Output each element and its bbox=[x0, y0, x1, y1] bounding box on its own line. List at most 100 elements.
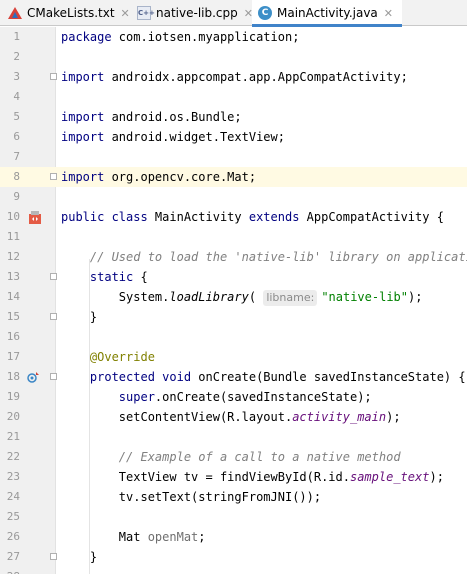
keyword: import bbox=[61, 110, 105, 124]
code-line: 27 } bbox=[0, 547, 467, 567]
keyword: static bbox=[89, 270, 134, 284]
code-line: 12 // Used to load the 'native-lib' libr… bbox=[0, 247, 467, 267]
code-line: 5 import android.os.Bundle; bbox=[0, 107, 467, 127]
code-text: System.loadLibrary( libname: "native-lib"… bbox=[61, 287, 422, 307]
code-line: 22 // Example of a call to a native meth… bbox=[0, 447, 467, 467]
java-class-icon: C bbox=[258, 6, 272, 20]
line-number: 26 bbox=[6, 530, 20, 543]
line-number: 8 bbox=[13, 170, 20, 183]
code-text: import android.widget.TextView; bbox=[61, 127, 285, 147]
line-number: 27 bbox=[6, 550, 20, 563]
line-number: 4 bbox=[13, 90, 20, 103]
code-token: onCreate(Bundle savedInstanceState) { bbox=[191, 370, 466, 384]
line-number: 22 bbox=[6, 450, 20, 463]
code-token: ( bbox=[248, 290, 264, 304]
line-number: 13 bbox=[6, 270, 20, 283]
fold-marker-icon[interactable] bbox=[50, 553, 57, 560]
code-line: 16 bbox=[0, 327, 467, 347]
code-line: 21 bbox=[0, 427, 467, 447]
code-editor[interactable]: 1 package com.iotsen.myapplication; 2 3 … bbox=[0, 27, 467, 574]
fold-marker-icon[interactable] bbox=[50, 273, 57, 280]
code-text: protected void onCreate(Bundle savedInst… bbox=[61, 367, 466, 387]
field-reference: sample_text bbox=[349, 470, 430, 484]
run-class-icon[interactable] bbox=[29, 211, 41, 224]
editor-tab-bar: CMakeLists.txt ✕ C++ native-lib.cpp ✕ C … bbox=[0, 0, 467, 27]
code-token: { bbox=[133, 270, 148, 284]
code-token: ); bbox=[429, 470, 444, 484]
keyword: public class bbox=[61, 210, 148, 224]
line-number: 23 bbox=[6, 470, 20, 483]
field-reference: activity_main bbox=[292, 410, 387, 424]
line-number: 18 bbox=[6, 370, 20, 383]
keyword: extends bbox=[248, 210, 300, 224]
code-token: setContentView(R.layout. bbox=[61, 410, 293, 424]
code-token: .onCreate(savedInstanceState); bbox=[154, 390, 372, 404]
code-line-current: 8 import org.opencv.core.Mat; bbox=[0, 167, 467, 187]
line-number: 10 bbox=[6, 210, 20, 223]
keyword: package bbox=[61, 30, 112, 44]
code-token: Mat bbox=[61, 530, 148, 544]
code-text: package com.iotsen.myapplication; bbox=[61, 27, 299, 47]
line-number: 5 bbox=[13, 110, 20, 123]
tab-native-lib[interactable]: C++ native-lib.cpp ✕ bbox=[137, 0, 253, 26]
close-icon[interactable]: ✕ bbox=[384, 7, 393, 20]
close-icon[interactable]: ✕ bbox=[121, 7, 130, 20]
line-number: 6 bbox=[13, 130, 20, 143]
code-token: ); bbox=[408, 290, 423, 304]
code-comment: // Used to load the 'native-lib' library… bbox=[61, 250, 467, 264]
code-token: com.iotsen.myapplication; bbox=[111, 30, 300, 44]
line-number: 25 bbox=[6, 510, 20, 523]
code-line: 17 @Override bbox=[0, 347, 467, 367]
code-line: 25 bbox=[0, 507, 467, 527]
cmake-icon bbox=[8, 7, 22, 19]
method-name: loadLibrary bbox=[169, 290, 249, 304]
fold-marker-icon[interactable] bbox=[50, 173, 57, 180]
line-number: 15 bbox=[6, 310, 20, 323]
line-number: 2 bbox=[13, 50, 20, 63]
code-token: org.opencv.core.Mat; bbox=[104, 170, 257, 184]
line-number: 3 bbox=[13, 70, 20, 83]
code-token: TextView tv = findViewById(R.id. bbox=[61, 470, 350, 484]
code-line: 7 bbox=[0, 147, 467, 167]
code-line: 20 setContentView(R.layout.activity_main… bbox=[0, 407, 467, 427]
code-text: Mat openMat; bbox=[61, 527, 206, 547]
line-number: 24 bbox=[6, 490, 20, 503]
code-text: import android.os.Bundle; bbox=[61, 107, 242, 127]
code-token: android.os.Bundle; bbox=[104, 110, 242, 124]
tab-label: native-lib.cpp bbox=[156, 6, 238, 20]
code-line: 15 } bbox=[0, 307, 467, 327]
code-text: @Override bbox=[61, 347, 155, 367]
code-text: static { bbox=[61, 267, 148, 287]
code-line: 3 import androidx.appcompat.app.AppCompa… bbox=[0, 67, 467, 87]
code-line: 13 static { bbox=[0, 267, 467, 287]
tab-mainactivity[interactable]: C MainActivity.java ✕ bbox=[252, 0, 402, 27]
line-number: 11 bbox=[6, 230, 20, 243]
cpp-file-icon: C++ bbox=[137, 6, 155, 20]
code-line: 9 bbox=[0, 187, 467, 207]
fold-marker-icon[interactable] bbox=[50, 373, 57, 380]
code-line: 28 bbox=[0, 567, 467, 574]
code-line: 4 bbox=[0, 87, 467, 107]
line-number: 21 bbox=[6, 430, 20, 443]
line-number: 19 bbox=[6, 390, 20, 403]
line-number: 17 bbox=[6, 350, 20, 363]
line-number: 9 bbox=[13, 190, 20, 203]
code-line: 26 Mat openMat; bbox=[0, 527, 467, 547]
code-text: } bbox=[61, 310, 98, 324]
code-line: 10 public class MainActivity extends App… bbox=[0, 207, 467, 227]
fold-marker-icon[interactable] bbox=[50, 313, 57, 320]
override-method-icon[interactable] bbox=[27, 371, 39, 383]
line-number: 20 bbox=[6, 410, 20, 423]
code-token: androidx.appcompat.app.AppCompatActivity… bbox=[104, 70, 408, 84]
tab-cmakelists[interactable]: CMakeLists.txt ✕ bbox=[8, 0, 130, 26]
keyword: protected void bbox=[89, 370, 192, 384]
string-literal: "native-lib" bbox=[321, 290, 409, 304]
code-token: AppCompatActivity { bbox=[299, 210, 444, 224]
line-number: 1 bbox=[13, 30, 20, 43]
fold-marker-icon[interactable] bbox=[50, 73, 57, 80]
line-number: 14 bbox=[6, 290, 20, 303]
code-line: 6 import android.widget.TextView; bbox=[0, 127, 467, 147]
code-line: 11 bbox=[0, 227, 467, 247]
